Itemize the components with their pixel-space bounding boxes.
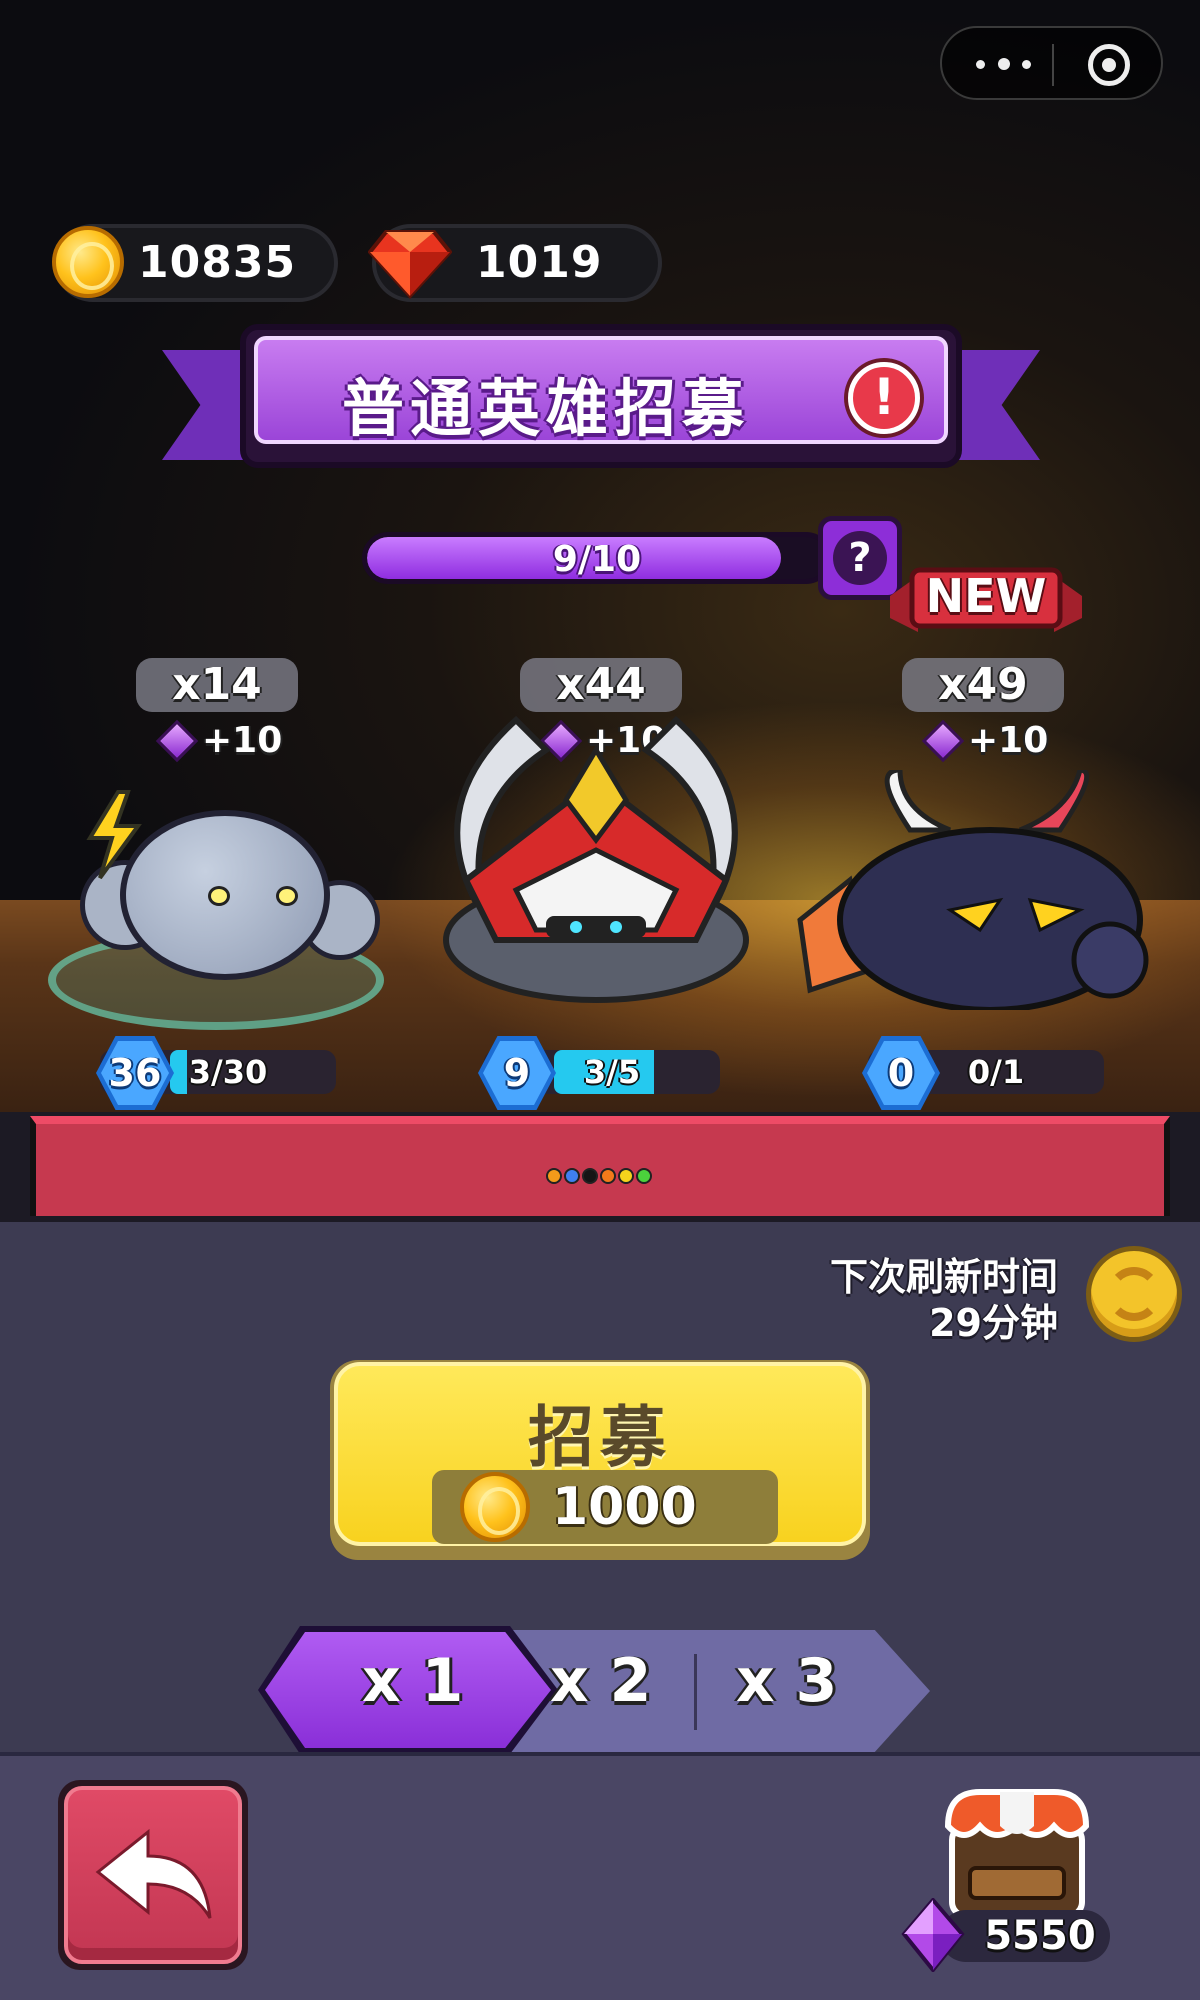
hero-2-level: 9 [483, 1041, 551, 1105]
hero-3-level: 0 [867, 1041, 935, 1105]
multiplier-tabs: x 1 x 2 x 3 [258, 1626, 930, 1754]
recruit-label: 招募 [528, 1399, 672, 1476]
hero-3-gem-bonus: +10 [921, 718, 1049, 764]
alert-icon[interactable]: ! [848, 362, 920, 434]
banner-face: 普通英雄招募 ! [254, 336, 948, 445]
tab-divider [694, 1654, 697, 1730]
coin-icon [460, 1472, 530, 1542]
purple-gem-icon [901, 1898, 965, 1972]
page-dot[interactable] [564, 1168, 580, 1184]
refresh-time: 29分钟 [929, 1301, 1058, 1345]
capsule-divider [1052, 44, 1054, 86]
red-gem-icon [368, 230, 452, 299]
refresh-icon [1107, 1267, 1161, 1321]
back-button[interactable] [58, 1780, 248, 1970]
miniprogram-capsule [940, 26, 1163, 100]
coin-icon [52, 226, 124, 298]
purple-gem-icon [921, 719, 965, 763]
hero-3-gem-bonus-value: +10 [968, 720, 1049, 761]
hero-3-count: x49 [902, 658, 1064, 712]
tab-x1-label: x 1 [362, 1646, 464, 1716]
lightning-icon [86, 790, 142, 880]
purple-gem-icon [155, 719, 199, 763]
page-dot[interactable] [618, 1168, 634, 1184]
new-badge-label: NEW [925, 569, 1047, 623]
red-armored-knight-hero[interactable] [396, 690, 796, 1010]
recruit-button-face: 招募 1000 [334, 1362, 866, 1546]
hero-1-count: x14 [136, 658, 298, 712]
hero-1-gem-bonus: +10 [155, 718, 283, 764]
horned-demon-hero[interactable] [790, 770, 1170, 1010]
tab-x3[interactable]: x 3 [736, 1646, 837, 1716]
recruit-button[interactable]: 招募 1000 [330, 1360, 870, 1560]
coin-count: 10835 [138, 237, 297, 288]
question-icon: ? [833, 531, 887, 585]
recruit-cost-value: 1000 [552, 1477, 697, 1537]
back-arrow-icon [95, 1828, 212, 1919]
hero-1-gem-bonus-value: +10 [202, 720, 283, 761]
page-dot[interactable] [600, 1168, 616, 1184]
banner-title: 普通英雄招募 [341, 372, 750, 445]
page-dot[interactable] [636, 1168, 652, 1184]
tab-x2[interactable]: x 2 [550, 1646, 651, 1716]
hero-eye [276, 886, 298, 906]
progress-text: 9/10 [552, 539, 642, 580]
page-dot[interactable] [546, 1168, 562, 1184]
refresh-button[interactable] [1086, 1246, 1182, 1342]
page-indicator [546, 1166, 658, 1188]
storm-cloud-hero[interactable] [60, 790, 380, 990]
recruit-cost: 1000 [432, 1470, 778, 1544]
close-target-icon[interactable] [1088, 44, 1130, 86]
purple-gem-count: 5550 [984, 1913, 1096, 1959]
recruit-progress-bar: 9/10 [362, 532, 832, 584]
red-gem-count: 1019 [476, 237, 603, 288]
hero-1-level: 36 [101, 1041, 169, 1105]
hero-eye [208, 886, 230, 906]
more-icon[interactable] [974, 56, 1034, 74]
page-dot[interactable] [582, 1168, 598, 1184]
back-button-face [64, 1786, 242, 1964]
recruit-banner: 普通英雄招募 ! [240, 324, 962, 468]
